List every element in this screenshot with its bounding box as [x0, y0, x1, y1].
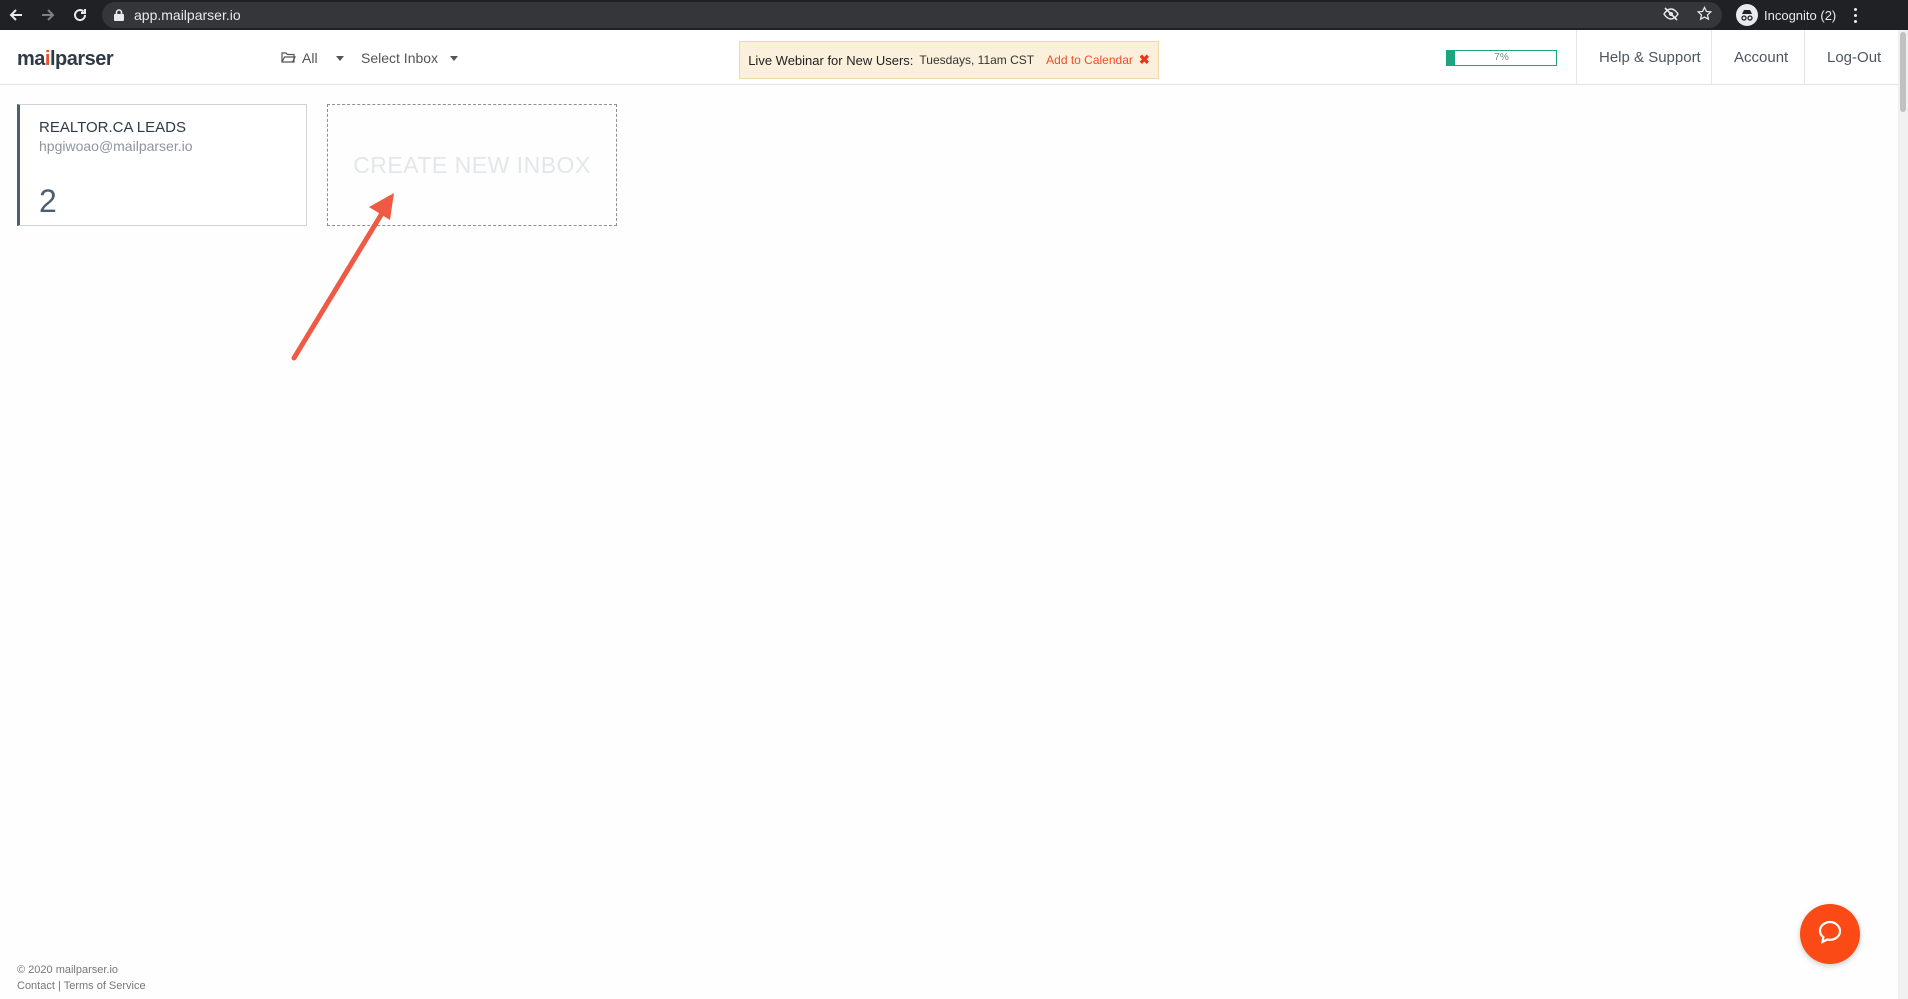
chat-support-button[interactable]: [1800, 904, 1860, 964]
browser-toolbar: app.mailparser.io Incognito (2): [0, 0, 1908, 30]
logo-prefix: ma: [17, 48, 45, 70]
logout-link[interactable]: Log-Out: [1804, 30, 1881, 85]
inbox-title: REALTOR.CA LEADS: [39, 119, 186, 136]
inbox-email: hpgiwoao@mailparser.io: [39, 138, 193, 154]
mailparser-logo[interactable]: mailparser: [17, 48, 114, 71]
incognito-profile-button[interactable]: Incognito (2): [1736, 4, 1836, 26]
reload-button[interactable]: [64, 0, 96, 30]
footer-separator: |: [54, 980, 64, 992]
usage-percent-label: 7%: [1494, 52, 1509, 63]
logout-label: Log-Out: [1827, 49, 1882, 66]
inbox-email-count: 2: [39, 183, 57, 219]
folder-icon: [281, 50, 296, 66]
address-bar[interactable]: app.mailparser.io: [102, 2, 1722, 28]
page-scrollbar[interactable]: [1898, 30, 1908, 999]
webinar-banner: Live Webinar for New Users: Tuesdays, 11…: [739, 41, 1159, 79]
select-inbox-label: Select Inbox: [361, 50, 439, 66]
all-label: All: [302, 50, 318, 66]
chevron-down-icon: [450, 55, 459, 61]
create-new-inbox-button[interactable]: CREATE NEW INBOX: [327, 104, 617, 226]
incognito-icon: [1736, 4, 1758, 26]
chat-bubble-icon: [1817, 919, 1843, 950]
webinar-title: Live Webinar for New Users:: [748, 52, 914, 68]
add-to-calendar-link[interactable]: Add to Calendar: [1046, 53, 1133, 67]
all-inboxes-dropdown[interactable]: All: [281, 50, 344, 66]
forward-button[interactable]: [32, 0, 64, 30]
select-inbox-dropdown[interactable]: Select Inbox: [361, 50, 459, 66]
footer: © 2020 mailparser.io Contact | Terms of …: [17, 962, 146, 994]
eye-off-icon[interactable]: [1663, 6, 1679, 24]
create-new-inbox-label: CREATE NEW INBOX: [353, 151, 591, 178]
account-label: Account: [1734, 49, 1789, 66]
terms-of-service-link[interactable]: Terms of Service: [64, 980, 146, 992]
browser-menu-icon[interactable]: [1854, 7, 1858, 23]
help-support-link[interactable]: Help & Support: [1576, 30, 1723, 85]
contact-link[interactable]: Contact: [17, 980, 55, 992]
back-button[interactable]: [0, 0, 32, 30]
chevron-down-icon: [335, 55, 344, 61]
url-text: app.mailparser.io: [134, 7, 241, 23]
close-icon[interactable]: ✖: [1139, 52, 1150, 68]
logo-suffix: lparser: [49, 48, 114, 70]
webinar-time: Tuesdays, 11am CST: [919, 53, 1035, 67]
star-icon[interactable]: [1696, 5, 1713, 24]
lock-icon: [114, 9, 124, 21]
profile-label: Incognito (2): [1764, 7, 1837, 23]
help-support-label: Help & Support: [1599, 49, 1701, 66]
inbox-card[interactable]: REALTOR.CA LEADS hpgiwoao@mailparser.io …: [17, 104, 307, 226]
scrollbar-thumb[interactable]: [1900, 32, 1906, 112]
usage-progress-bar: 7%: [1446, 50, 1557, 66]
app-header: mailparser All Select Inbox Live Webinar…: [0, 30, 1898, 85]
account-link[interactable]: Account: [1711, 30, 1810, 85]
copyright-text: © 2020 mailparser.io: [17, 964, 119, 976]
